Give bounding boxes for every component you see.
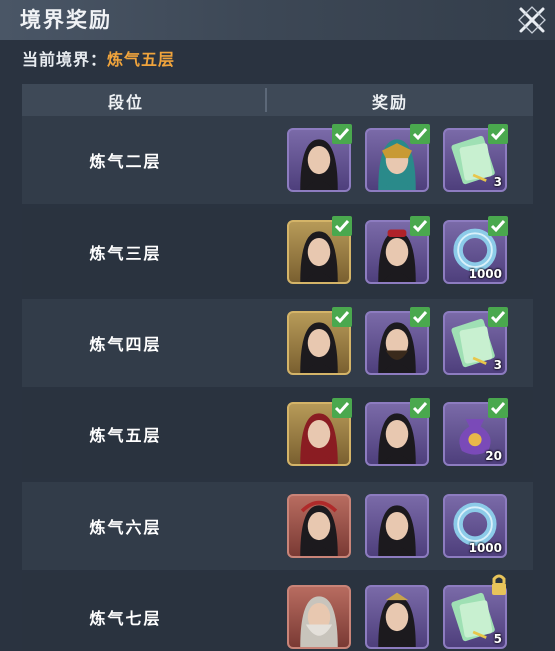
- column-header-tier: 段位: [108, 93, 145, 112]
- close-icon: [518, 6, 546, 34]
- current-realm-value: 炼气五层: [107, 50, 176, 69]
- item-quantity: 20: [485, 449, 502, 463]
- claimed-check-icon: [410, 398, 430, 418]
- item-quantity: 3: [493, 358, 502, 372]
- item-quantity: 3: [493, 175, 502, 189]
- claimed-check-icon: [332, 398, 352, 418]
- reward-item[interactable]: [365, 585, 429, 649]
- claimed-check-icon: [488, 124, 508, 144]
- item-quantity: 1000: [468, 267, 502, 281]
- tier-label: 炼气四层: [89, 335, 162, 354]
- reward-row: 炼气六层 1000: [22, 482, 533, 570]
- current-realm: 当前境界：炼气五层: [22, 46, 175, 70]
- claimed-check-icon: [410, 124, 430, 144]
- claimed-check-icon: [410, 216, 430, 236]
- table-header: 段位 奖励: [22, 84, 533, 116]
- item-quantity: 5: [493, 632, 502, 646]
- tier-label: 炼气三层: [89, 244, 162, 263]
- claimed-check-icon: [410, 307, 430, 327]
- close-button[interactable]: [515, 3, 549, 37]
- reward-item[interactable]: [287, 494, 351, 558]
- reward-item[interactable]: 1000: [443, 494, 507, 558]
- column-header-reward: 奖励: [372, 93, 409, 112]
- reward-table: 段位 奖励 炼气二层 3 炼气三层 1000 炼气四层 3 炼气五层 20 炼气六层 1000 炼气…: [22, 84, 533, 651]
- title-bar: 境界奖励: [0, 0, 555, 40]
- reward-row: 炼气二层 3: [22, 116, 533, 204]
- tier-label: 炼气六层: [89, 518, 162, 537]
- header-divider: [265, 88, 267, 112]
- current-realm-label: 当前境界：: [22, 50, 108, 69]
- claimed-check-icon: [488, 216, 508, 236]
- claimed-check-icon: [332, 307, 352, 327]
- item-quantity: 1000: [468, 541, 502, 555]
- claimed-check-icon: [332, 124, 352, 144]
- lock-icon: [489, 573, 509, 597]
- tier-label: 炼气五层: [89, 426, 162, 445]
- reward-item[interactable]: [287, 585, 351, 649]
- reward-row: 炼气七层 5: [22, 573, 533, 651]
- claimed-check-icon: [488, 307, 508, 327]
- tier-label: 炼气二层: [89, 152, 162, 171]
- window-title: 境界奖励: [20, 7, 112, 32]
- tier-label: 炼气七层: [89, 609, 162, 628]
- reward-row: 炼气三层 1000: [22, 208, 533, 296]
- reward-item[interactable]: [365, 494, 429, 558]
- claimed-check-icon: [488, 398, 508, 418]
- reward-row: 炼气四层 3: [22, 299, 533, 387]
- reward-row: 炼气五层 20: [22, 390, 533, 478]
- claimed-check-icon: [332, 216, 352, 236]
